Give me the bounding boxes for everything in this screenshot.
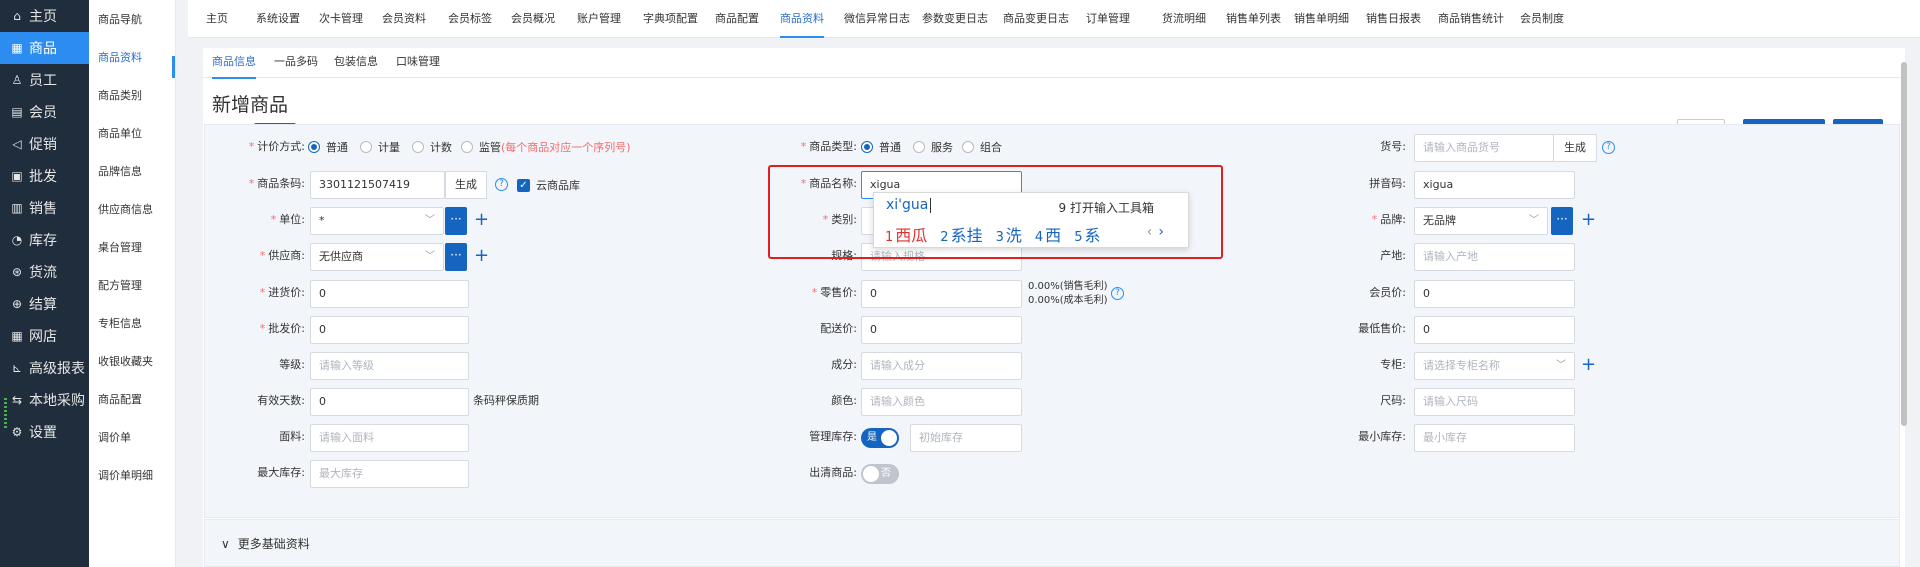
purchase-icon: ⇆ [11,393,23,407]
home-icon: ⌂ [13,9,21,23]
submenu-item[interactable]: 品牌信息 [89,152,175,190]
submenu-item[interactable]: 配方管理 [89,266,175,304]
top-tab[interactable]: 会员制度 [1520,0,1564,38]
chevron-down-icon: ∨ [221,537,230,551]
top-tab[interactable]: 参数变更日志 [922,0,988,38]
gear-icon: ⚙ [11,425,23,439]
active-indicator [172,56,175,78]
submenu-item[interactable]: 收银收藏夹 [89,342,175,380]
nav-item-label: 设置 [29,425,57,441]
vertical-scrollbar[interactable] [1901,62,1907,426]
submenu-item[interactable]: 商品配置 [89,380,175,418]
nav-item-label: 结算 [29,297,57,313]
nav-item[interactable]: ▤ 会员 [0,96,89,128]
top-tab[interactable]: 次卡管理 [319,0,363,38]
status-bars-icon [4,398,7,430]
top-tab-bar: 主页 系统设置 次卡管理 会员资料 会员标签 会员概况 账户管理 字典项配置 商品配置 商品资料微… [188,0,1920,38]
megaphone-icon: ◁ [12,137,22,151]
nav-item[interactable]: ▣ 批发 [0,160,89,192]
top-tab[interactable]: 商品变更日志 [1003,0,1069,38]
nav-item-label: 网店 [29,329,57,345]
submenu-item[interactable]: 供应商信息 [89,190,175,228]
top-tab[interactable]: 销售单列表 [1226,0,1281,38]
nav-item[interactable]: ⇆ 本地采购 [0,384,89,416]
nav-item[interactable]: ⊕ 结算 [0,288,89,320]
sub-sidebar: 商品导航 商品资料 商品类别 商品单位 品牌信息 供应商信息 桌台管理 配方管理 专柜信息 收银收… [89,0,176,567]
top-tab[interactable]: 销售日报表 [1366,0,1421,38]
card-icon: ▤ [11,105,23,119]
main-nav-list: ⌂ 主页 ▦ 商品 ♙ 员工 ▤ 会员 ◁ 促销 ▣ 批发 ▥ 销售 ◔ 库存 ⊛ 货流 ⊕ 结算 ▦ 网店 ⊾ 高级报表 ⇆ 本… [0,0,89,448]
doc-icon: ▣ [11,169,23,183]
submenu-item[interactable]: 桌台管理 [89,228,175,266]
nav-item-label: 员工 [29,73,57,89]
nav-item[interactable]: ◔ 库存 [0,224,89,256]
nav-item[interactable]: ▥ 销售 [0,192,89,224]
nav-item-label: 主页 [29,9,57,25]
nav-item-label: 商品 [29,41,57,57]
submenu-item[interactable]: 商品导航 [89,0,175,38]
submenu-item[interactable]: 调价单明细 [89,456,175,494]
app-root: ⌂ 主页 ▦ 商品 ♙ 员工 ▤ 会员 ◁ 促销 ▣ 批发 ▥ 销售 ◔ 库存 ⊛ 货流 ⊕ 结算 ▦ 网店 ⊾ 高级报表 ⇆ 本… [0,0,1920,567]
top-tab[interactable]: 会员概况 [511,0,555,38]
nav-item[interactable]: ⚙ 设置 [0,416,89,448]
more-toggle[interactable]: ∨ 更多基础资料 [221,535,310,552]
settle-icon: ⊕ [11,297,23,311]
top-tab[interactable]: 货流明细 [1162,0,1206,38]
top-tab[interactable]: 商品资料 [780,0,824,38]
nav-item-label: 销售 [29,201,57,217]
submenu-item[interactable]: 商品单位 [89,114,175,152]
shop-icon: ▦ [11,329,23,343]
nav-item-label: 库存 [29,233,57,249]
more-wrapper: ∨ 更多基础资料 [203,48,1905,567]
gauge-icon: ◔ [11,233,23,247]
top-tab[interactable]: 订单管理 [1086,0,1130,38]
nav-item[interactable]: ▦ 网店 [0,320,89,352]
nav-item[interactable]: ♙ 员工 [0,64,89,96]
submenu-item[interactable]: 商品资料 [89,38,175,76]
chart-icon: ▥ [11,201,23,215]
top-tab[interactable]: 账户管理 [577,0,621,38]
submenu-item[interactable]: 商品类别 [89,76,175,114]
grid-icon: ▦ [11,41,23,55]
top-tab[interactable]: 会员资料 [382,0,426,38]
nav-item[interactable]: ▦ 商品 [0,32,89,64]
nav-item[interactable]: ⊛ 货流 [0,256,89,288]
top-tab[interactable]: 微信异常日志 [844,0,910,38]
nav-item-label: 高级报表 [29,361,85,377]
submenu-item[interactable]: 专柜信息 [89,304,175,342]
sub-nav-list: 商品导航 商品资料 商品类别 商品单位 品牌信息 供应商信息 桌台管理 配方管理 专柜信息 收银收… [89,0,175,494]
submenu-item[interactable]: 调价单 [89,418,175,456]
top-tab[interactable]: 销售单明细 [1294,0,1349,38]
user-icon: ♙ [11,73,23,87]
flow-icon: ⊛ [11,265,23,279]
top-tab[interactable]: 系统设置 [256,0,300,38]
nav-item-label: 会员 [29,105,57,121]
top-tab[interactable]: 字典项配置 [643,0,698,38]
report-icon: ⊾ [11,361,23,375]
nav-item-label: 本地采购 [29,393,85,409]
top-tab[interactable]: 主页 [206,0,228,38]
main-sidebar: ⌂ 主页 ▦ 商品 ♙ 员工 ▤ 会员 ◁ 促销 ▣ 批发 ▥ 销售 ◔ 库存 ⊛ 货流 ⊕ 结算 ▦ 网店 ⊾ 高级报表 ⇆ 本… [0,0,89,567]
nav-item-label: 货流 [29,265,57,281]
top-tab[interactable]: 会员标签 [448,0,492,38]
nav-item[interactable]: ◁ 促销 [0,128,89,160]
nav-item[interactable]: ⊾ 高级报表 [0,352,89,384]
top-tab[interactable]: 商品配置 [715,0,759,38]
nav-item-label: 促销 [29,137,57,153]
nav-item[interactable]: ⌂ 主页 [0,0,89,32]
nav-item-label: 批发 [29,169,57,185]
top-tab[interactable]: 商品销售统计 [1438,0,1504,38]
more-section: ∨ 更多基础资料 [204,519,1900,567]
